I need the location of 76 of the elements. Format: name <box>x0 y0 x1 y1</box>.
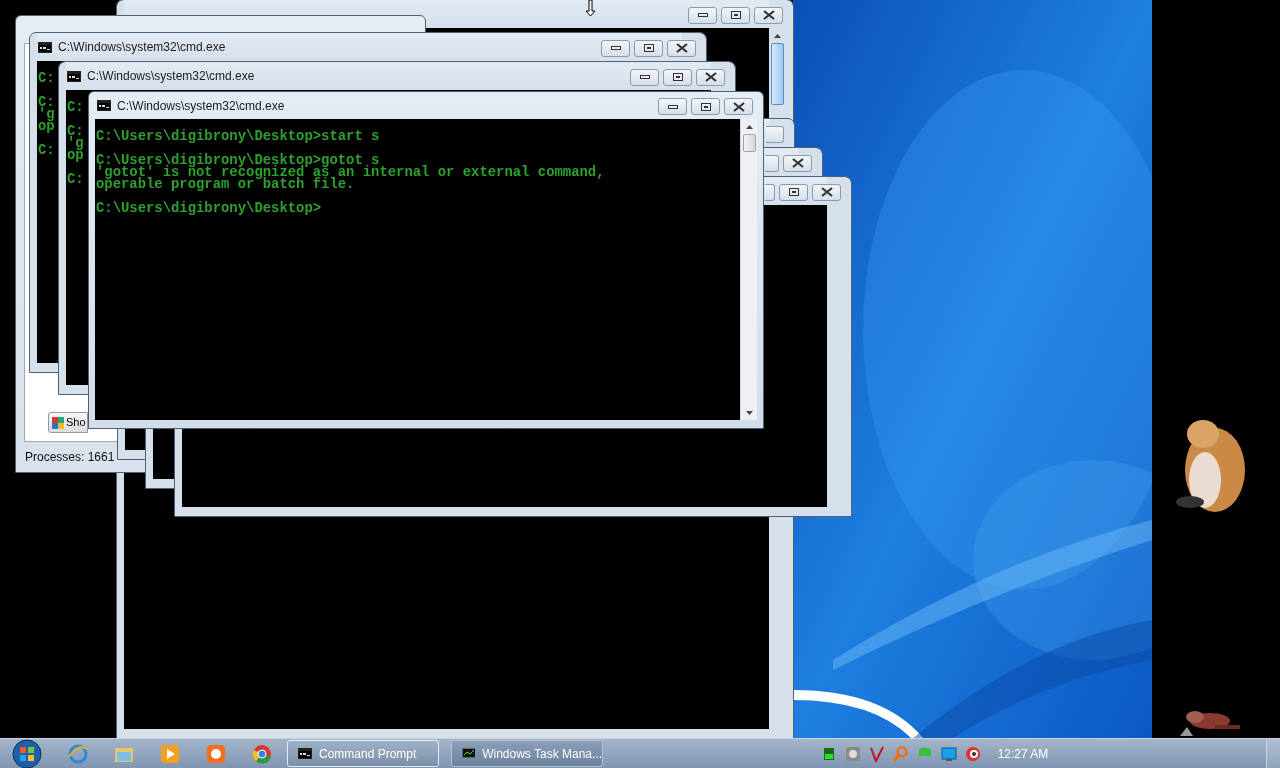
cursor-icon <box>585 0 596 17</box>
console-line: C: <box>38 96 55 108</box>
close-button[interactable] <box>783 154 812 172</box>
taskbar-button[interactable]: Windows Task Mana... <box>451 740 603 767</box>
minimize-button[interactable] <box>601 39 630 57</box>
maximize-button[interactable] <box>721 6 750 24</box>
scroll-thumb[interactable] <box>771 43 784 105</box>
scroll-thumb[interactable] <box>742 134 756 152</box>
minimize-icon <box>697 13 708 17</box>
close-button[interactable] <box>667 39 696 57</box>
shield-icon <box>52 416 64 429</box>
v-logo-icon[interactable] <box>868 745 885 762</box>
taskbar-button[interactable]: Command Prompt <box>287 740 439 767</box>
minimize-icon <box>610 46 621 50</box>
console-line: C: <box>67 173 84 185</box>
close-icon <box>704 72 717 82</box>
window-title: C:\Windows\system32\cmd.exe <box>117 97 285 115</box>
console-line: C:\Users\digibrony\Desktop>gotot s <box>96 154 380 166</box>
maximize-button[interactable] <box>779 183 808 201</box>
media-player-icon[interactable] <box>159 742 181 765</box>
maximize-icon <box>700 102 711 111</box>
close-button[interactable] <box>724 98 753 115</box>
close-icon <box>791 158 804 168</box>
maximize-button[interactable] <box>634 39 663 57</box>
scroll-down-icon <box>745 411 753 415</box>
console-icon <box>298 748 312 759</box>
console-line: C:\Users\digibrony\Desktop> <box>96 202 322 214</box>
close-button[interactable] <box>812 183 841 201</box>
close-button[interactable] <box>696 68 725 86</box>
console-icon <box>97 100 111 111</box>
windows-orb-icon <box>10 738 44 768</box>
scrollbar[interactable] <box>740 119 757 420</box>
minimize-icon <box>639 75 650 79</box>
start-button[interactable] <box>9 738 45 768</box>
maximize-icon <box>788 188 799 196</box>
close-icon <box>820 187 833 197</box>
console-line: C: <box>38 72 55 84</box>
console-icon <box>38 41 52 53</box>
monitor-icon <box>462 747 476 760</box>
console-line: operable program or batch file. <box>96 178 355 190</box>
scroll-up-icon <box>774 34 781 38</box>
maximize-button[interactable] <box>663 68 692 86</box>
console-line: op <box>67 149 84 161</box>
close-icon <box>762 10 775 20</box>
console-line: C: <box>67 125 84 137</box>
app-icon[interactable] <box>205 742 227 765</box>
minimize-button[interactable] <box>630 68 659 86</box>
console-line: C: <box>38 144 55 156</box>
monitor-icon[interactable] <box>940 745 957 762</box>
maximize-icon <box>672 73 683 81</box>
window-title: C:\Windows\system32\cmd.exe <box>87 68 255 85</box>
console-line: 'g <box>67 137 84 149</box>
show-processes-button[interactable]: Sho <box>48 412 88 433</box>
clock[interactable]: 12:27 AM <box>997 744 1049 763</box>
console-line: 'g <box>38 108 55 120</box>
console-icon <box>67 70 81 82</box>
close-icon <box>675 43 688 53</box>
minimize-icon <box>667 104 678 109</box>
close-button[interactable] <box>754 6 783 24</box>
console-line: 'gotot' is not recognized as an internal or external command, <box>96 166 605 178</box>
console-line: op <box>38 120 55 132</box>
maximize-icon <box>643 44 654 52</box>
maximize-icon <box>730 11 741 19</box>
scroll-up-icon <box>745 125 753 129</box>
browser-icon[interactable] <box>251 742 273 765</box>
window-title: C:\Windows\system32\cmd.exe <box>58 39 226 56</box>
minimize-button[interactable] <box>658 98 687 115</box>
tray-app-icon[interactable] <box>844 745 861 762</box>
console-line: C: <box>67 101 84 113</box>
console-line: C:\Users\digibrony\Desktop>start s <box>96 130 380 142</box>
minimize-button[interactable] <box>688 6 717 24</box>
status-text: Processes: 1661 <box>25 449 115 466</box>
maximize-button[interactable] <box>691 98 720 115</box>
speaker-icon[interactable] <box>964 745 981 762</box>
close-icon <box>732 101 745 112</box>
console-area[interactable]: C:\Users\digibrony\Desktop>start s C:\Users\digibrony\Desktop>gotot s 'gotot' is not recognized as an internal or external command, operable program or batch file. C:\Users\digibrony\Desktop> <box>95 119 740 420</box>
